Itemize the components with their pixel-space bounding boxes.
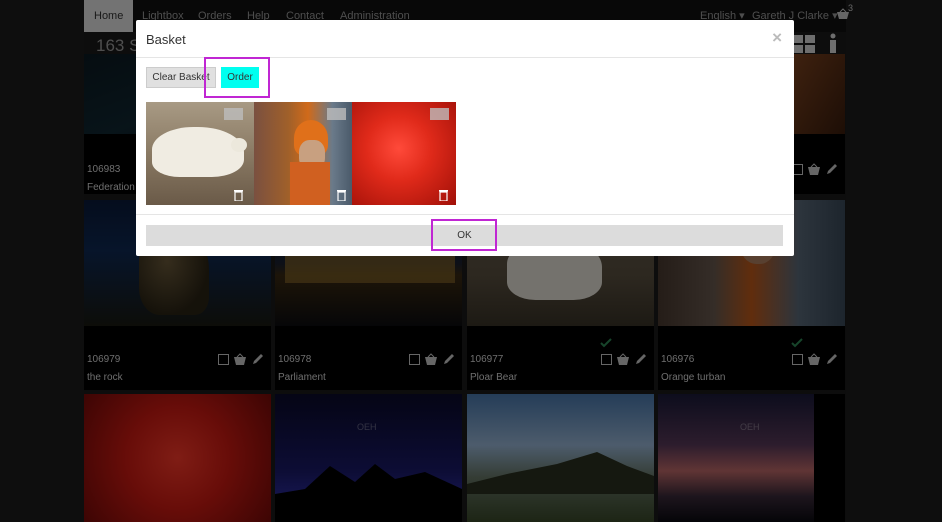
basket-item-orange-turban[interactable] [254, 102, 352, 205]
basket-modal: Basket × Clear Basket Order OK [136, 20, 794, 256]
close-icon[interactable]: × [772, 28, 782, 48]
trash-icon[interactable] [438, 189, 449, 201]
order-button[interactable]: Order [221, 67, 259, 88]
ok-button[interactable]: OK [146, 225, 783, 246]
flag-marker [224, 108, 243, 120]
basket-item-polar-bear[interactable] [146, 102, 254, 205]
basket-item-red-carnation[interactable] [352, 102, 456, 205]
trash-icon[interactable] [233, 189, 244, 201]
clear-basket-button[interactable]: Clear Basket [146, 67, 216, 88]
modal-header: Basket × [136, 20, 794, 58]
modal-title: Basket [146, 32, 186, 47]
flag-marker [430, 108, 449, 120]
flag-marker [327, 108, 346, 120]
modal-footer-divider [136, 214, 794, 215]
trash-icon[interactable] [336, 189, 347, 201]
basket-thumbnails [146, 102, 456, 205]
